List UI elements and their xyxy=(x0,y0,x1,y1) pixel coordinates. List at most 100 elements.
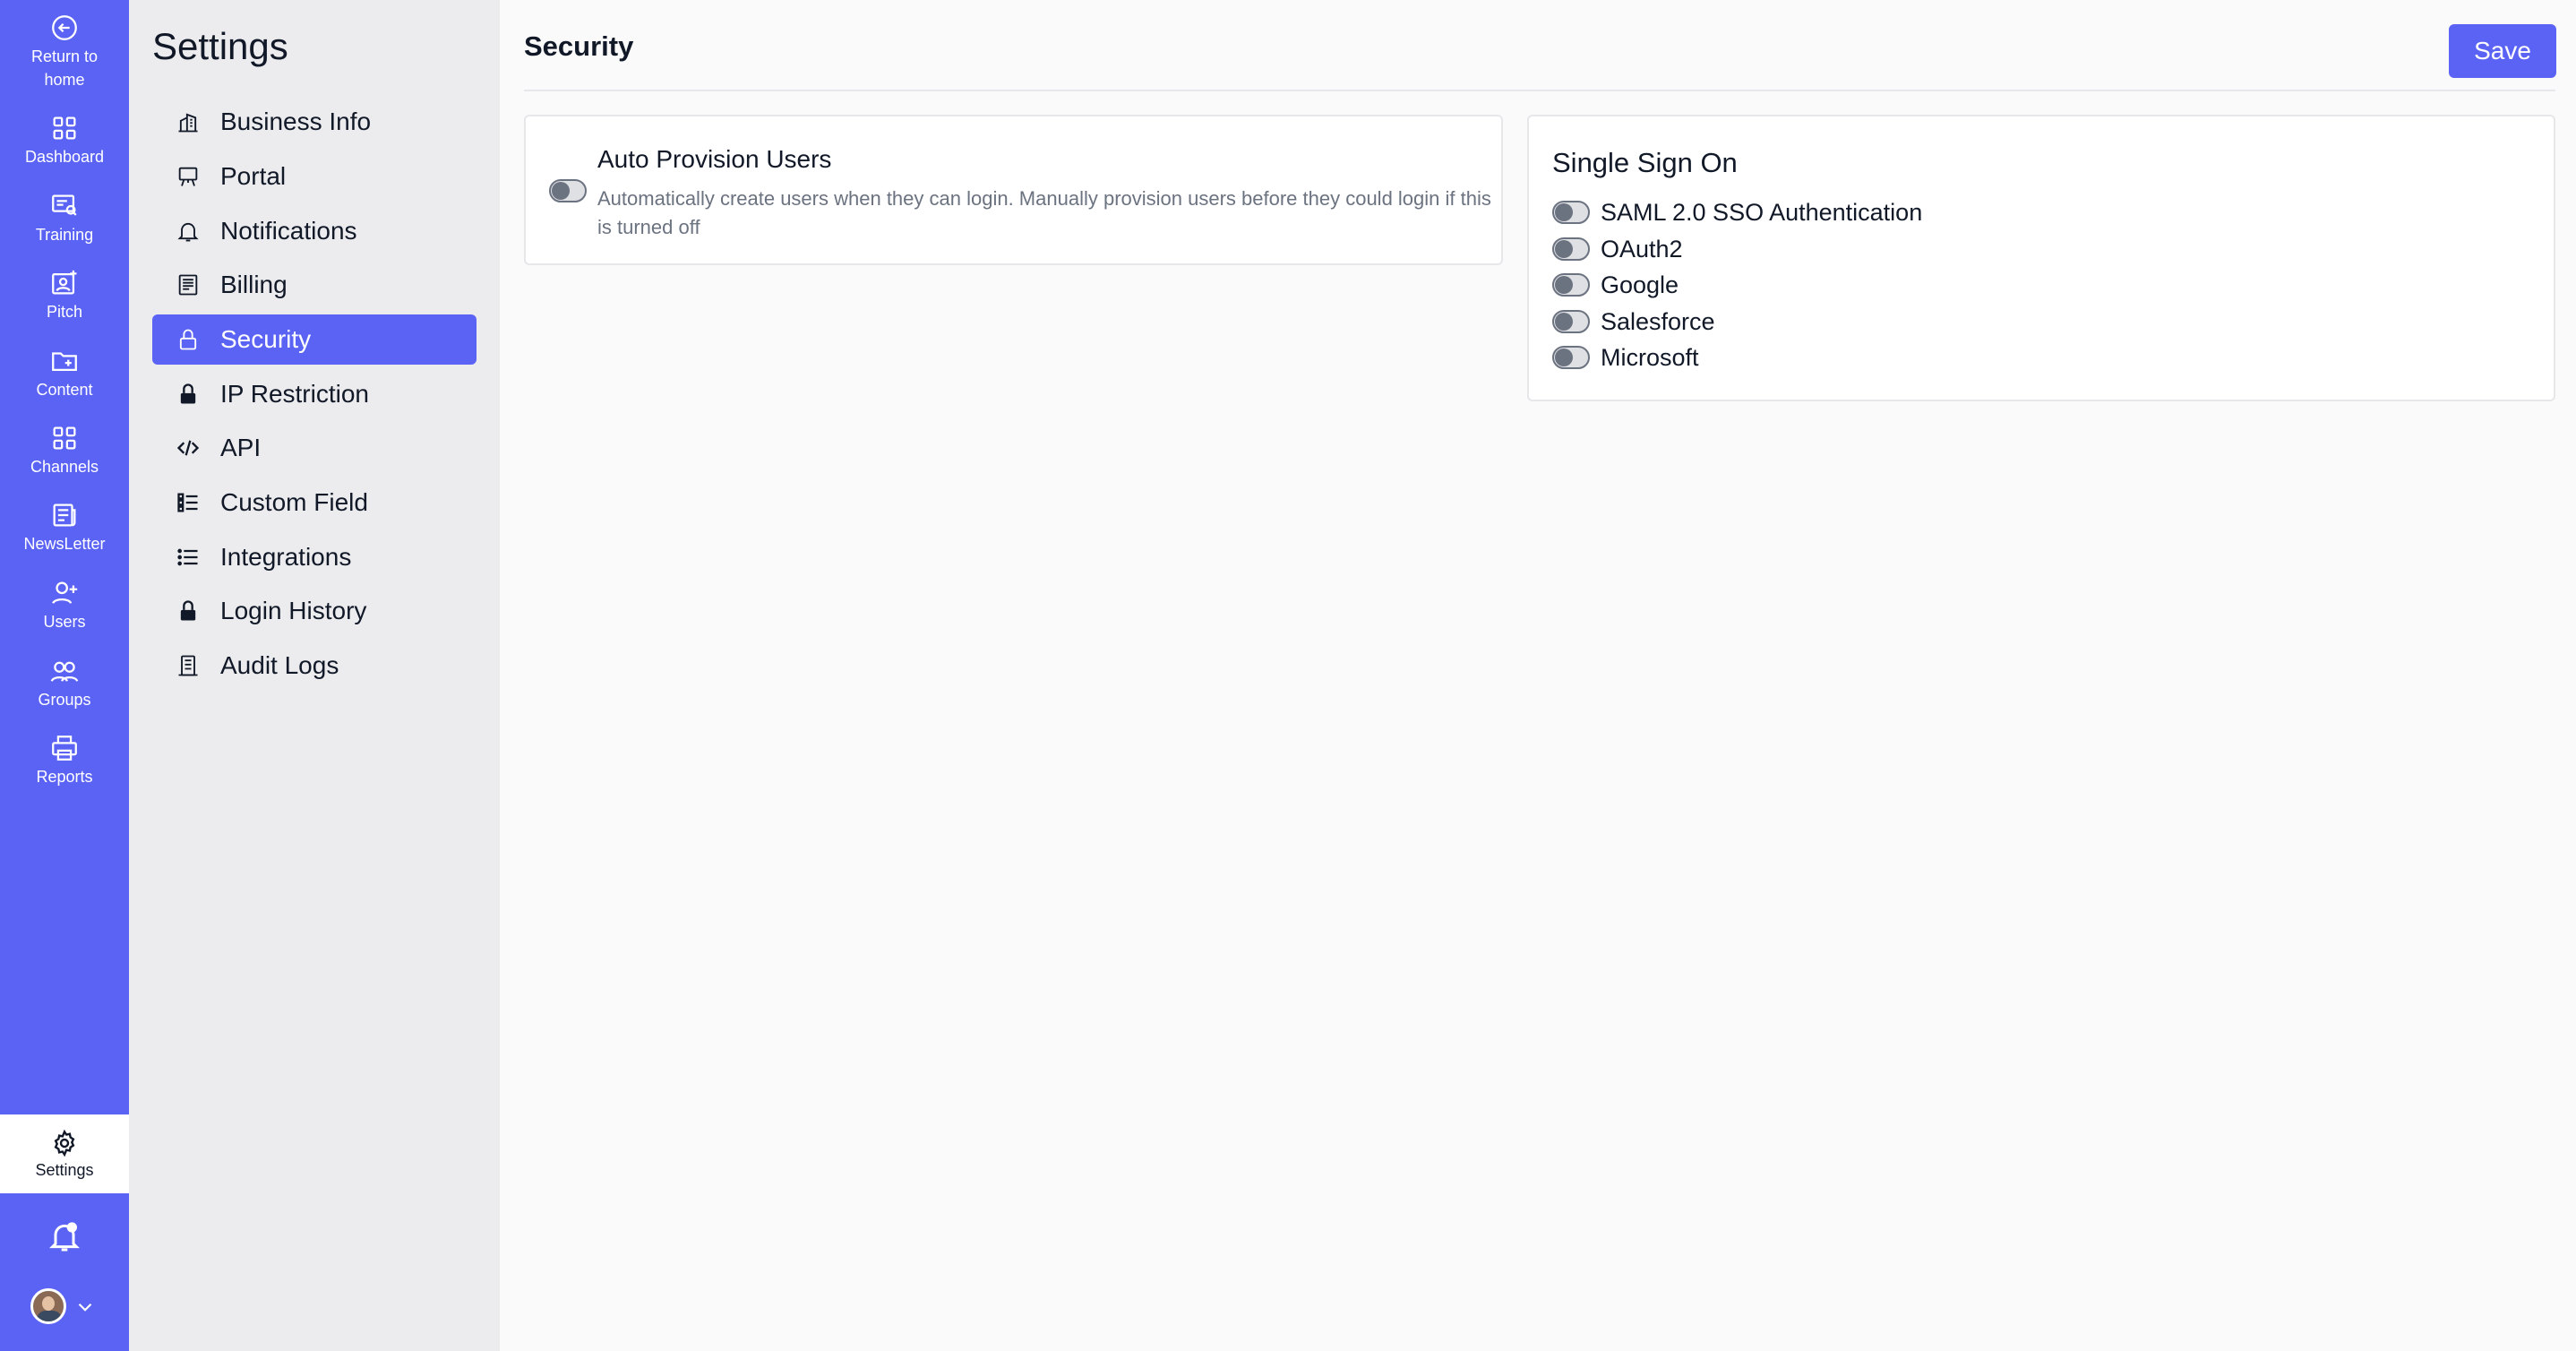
lock-outline-icon xyxy=(179,329,197,350)
auto-provision-toggle[interactable] xyxy=(549,179,587,202)
avatar-face xyxy=(42,1296,55,1311)
save-button[interactable]: Save xyxy=(2449,24,2556,78)
auto-provision-title: Auto Provision Users xyxy=(597,145,832,173)
rail-label: Channels xyxy=(30,458,99,476)
sso-option-label: OAuth2 xyxy=(1601,236,1683,262)
newsletter-icon xyxy=(53,503,76,527)
sidebar-item-label: Notifications xyxy=(220,217,357,245)
sidebar-item-label: Integrations xyxy=(220,543,352,571)
folder-plus-icon xyxy=(52,352,77,372)
sidebar-item-integrations[interactable]: Integrations xyxy=(152,532,477,582)
lock-icon xyxy=(180,600,196,621)
rail-label: Dashboard xyxy=(24,148,105,166)
sidebar-item-label: Custom Field xyxy=(220,488,368,516)
sso-title: Single Sign On xyxy=(1552,147,1738,178)
toggle-knob xyxy=(1555,313,1573,331)
rail-item-settings[interactable]: Settings xyxy=(0,1114,129,1193)
page-title: Security xyxy=(524,30,634,62)
sidebar-item-label: Audit Logs xyxy=(220,651,339,679)
oauth2-toggle[interactable] xyxy=(1552,237,1590,261)
rail-label: NewsLetter xyxy=(23,535,106,553)
rail-item-users[interactable]: Users xyxy=(0,578,129,633)
rail-item-newsletter[interactable]: NewsLetter xyxy=(0,500,129,555)
auto-provision-description: Automatically create users when they can… xyxy=(597,187,1491,238)
toggle-knob xyxy=(1555,203,1573,221)
sidebar-item-api[interactable]: API xyxy=(152,423,477,473)
sidebar-item-notifications[interactable]: Notifications xyxy=(152,206,477,256)
google-toggle[interactable] xyxy=(1552,273,1590,297)
sidebar-item-label: Security xyxy=(220,325,312,353)
lock-icon xyxy=(180,383,196,404)
toggle-knob xyxy=(1555,240,1573,258)
avatar-shirt xyxy=(37,1311,62,1321)
groups-icon xyxy=(50,661,79,682)
sso-option-salesforce: Salesforce xyxy=(1552,305,2448,340)
toggle-knob xyxy=(1555,349,1573,366)
toggle-knob xyxy=(1555,276,1573,294)
sidebar-item-label: Business Info xyxy=(220,108,372,135)
rail-item-return-home[interactable]: Return to home xyxy=(0,13,129,91)
pitch-icon xyxy=(52,270,77,295)
list-icon xyxy=(177,548,198,566)
toggle-knob xyxy=(552,182,570,200)
rail-label: Return to home xyxy=(30,47,99,89)
sidebar-item-label: Portal xyxy=(220,162,287,190)
sidebar-item-label: Billing xyxy=(220,271,288,298)
sso-option-label: Google xyxy=(1601,271,1679,298)
rail-item-content[interactable]: Content xyxy=(0,346,129,401)
audit-icon xyxy=(178,655,198,676)
chevron-down-icon[interactable] xyxy=(73,1295,97,1319)
rail-label: Groups xyxy=(38,691,91,709)
sidebar-item-audit-logs[interactable]: Audit Logs xyxy=(152,641,477,691)
channels-icon xyxy=(53,426,76,450)
sso-option-saml: SAML 2.0 SSO Authentication xyxy=(1552,195,2448,231)
sidebar-item-login-history[interactable]: Login History xyxy=(152,586,477,636)
microsoft-toggle[interactable] xyxy=(1552,346,1590,369)
app-rail: Return to home Dashboard Training Pitch … xyxy=(0,0,129,1351)
sso-option-label: Salesforce xyxy=(1601,308,1715,335)
rail-item-groups[interactable]: Groups xyxy=(0,656,129,711)
rail-item-reports[interactable]: Reports xyxy=(0,733,129,788)
rail-label: Training xyxy=(35,226,94,244)
rail-label: Content xyxy=(36,381,93,399)
rail-item-pitch[interactable]: Pitch xyxy=(0,268,129,323)
sso-option-microsoft: Microsoft xyxy=(1552,340,2448,376)
single-sign-on-card: Single Sign On SAML 2.0 SSO Authenticati… xyxy=(1527,115,2555,401)
header-divider xyxy=(524,90,2555,91)
sidebar-item-billing[interactable]: Billing xyxy=(152,260,477,310)
dashboard-icon xyxy=(53,116,76,140)
gear-icon xyxy=(54,1129,75,1157)
salesforce-toggle[interactable] xyxy=(1552,310,1590,333)
avatar[interactable] xyxy=(30,1288,66,1324)
sidebar-item-ip-restriction[interactable]: IP Restriction xyxy=(152,369,477,419)
sso-option-google: Google xyxy=(1552,268,2448,304)
sidebar-item-business-info[interactable]: Business Info xyxy=(152,97,477,147)
auto-provision-card: Auto Provision Users Automatically creat… xyxy=(524,115,1503,265)
building-icon xyxy=(178,113,198,133)
rail-label: Users xyxy=(43,613,86,631)
sidebar-item-label: IP Restriction xyxy=(220,380,369,408)
rail-label: Reports xyxy=(36,768,93,786)
settings-sidebar: Settings Business Info Portal Notificati… xyxy=(129,0,500,1351)
sso-option-label: Microsoft xyxy=(1601,344,1699,371)
saml-toggle[interactable] xyxy=(1552,201,1590,224)
training-icon xyxy=(52,194,77,216)
printer-icon xyxy=(52,736,77,761)
rail-item-channels[interactable]: Channels xyxy=(0,423,129,478)
code-icon xyxy=(176,440,200,456)
sidebar-title: Settings xyxy=(152,25,288,67)
easel-icon xyxy=(178,167,198,186)
rail-item-dashboard[interactable]: Dashboard xyxy=(0,113,129,168)
sidebar-item-custom-field[interactable]: Custom Field xyxy=(152,478,477,528)
sidebar-item-security[interactable]: Security xyxy=(152,314,477,365)
rail-item-training[interactable]: Training xyxy=(0,191,129,246)
sidebar-item-label: Login History xyxy=(220,597,367,624)
rail-label: Settings xyxy=(35,1160,94,1179)
fields-icon xyxy=(177,493,198,512)
sidebar-item-portal[interactable]: Portal xyxy=(152,151,477,202)
sidebar-item-label: API xyxy=(220,434,262,461)
sso-option-oauth2: OAuth2 xyxy=(1552,232,2448,268)
return-icon xyxy=(52,15,77,40)
notification-bell-icon[interactable] xyxy=(47,1218,82,1254)
user-plus-icon xyxy=(52,581,78,604)
